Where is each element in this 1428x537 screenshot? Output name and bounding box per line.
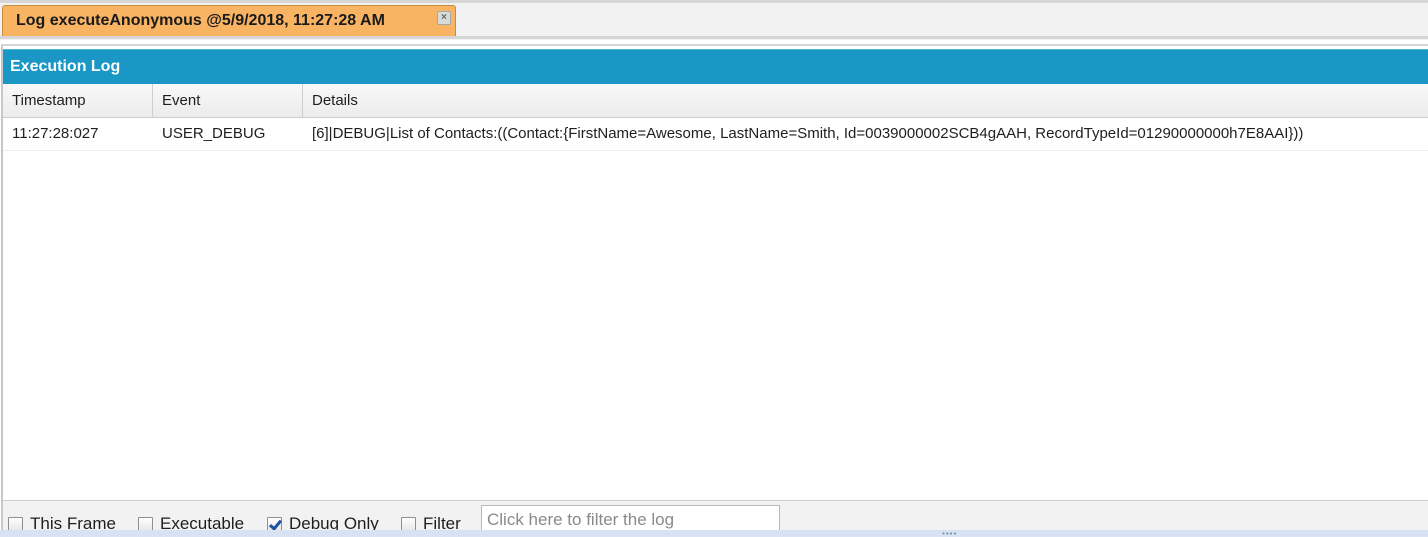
developer-console-log: Log executeAnonymous @5/9/2018, 11:27:28… bbox=[0, 0, 1428, 537]
cell-details: [6]|DEBUG|List of Contacts:((Contact:{Fi… bbox=[312, 125, 1304, 142]
resize-strip[interactable] bbox=[0, 530, 1428, 537]
cell-timestamp: 11:27:28:027 bbox=[12, 125, 99, 142]
panel-title: Execution Log bbox=[10, 58, 121, 75]
tab-strip-divider bbox=[0, 36, 1428, 39]
column-header-timestamp[interactable]: Timestamp bbox=[3, 84, 153, 117]
resize-handle-icon[interactable]: ▪▪▪▪ bbox=[942, 530, 957, 537]
panel-header: Execution Log bbox=[3, 49, 1428, 84]
column-header-event[interactable]: Event bbox=[153, 84, 303, 117]
execution-log-panel: Execution Log Timestamp Event Details 11… bbox=[1, 44, 1428, 537]
cell-event: USER_DEBUG bbox=[162, 125, 266, 142]
tab-log-execute-anonymous[interactable]: Log executeAnonymous @5/9/2018, 11:27:28… bbox=[2, 5, 456, 36]
column-header-details[interactable]: Details bbox=[303, 84, 1428, 117]
close-icon[interactable]: × bbox=[437, 11, 451, 25]
table-row[interactable]: 11:27:28:027 USER_DEBUG [6]|DEBUG|List o… bbox=[3, 118, 1428, 151]
grid-header: Timestamp Event Details bbox=[3, 84, 1428, 118]
tab-label: Log executeAnonymous @5/9/2018, 11:27:28… bbox=[16, 12, 385, 29]
